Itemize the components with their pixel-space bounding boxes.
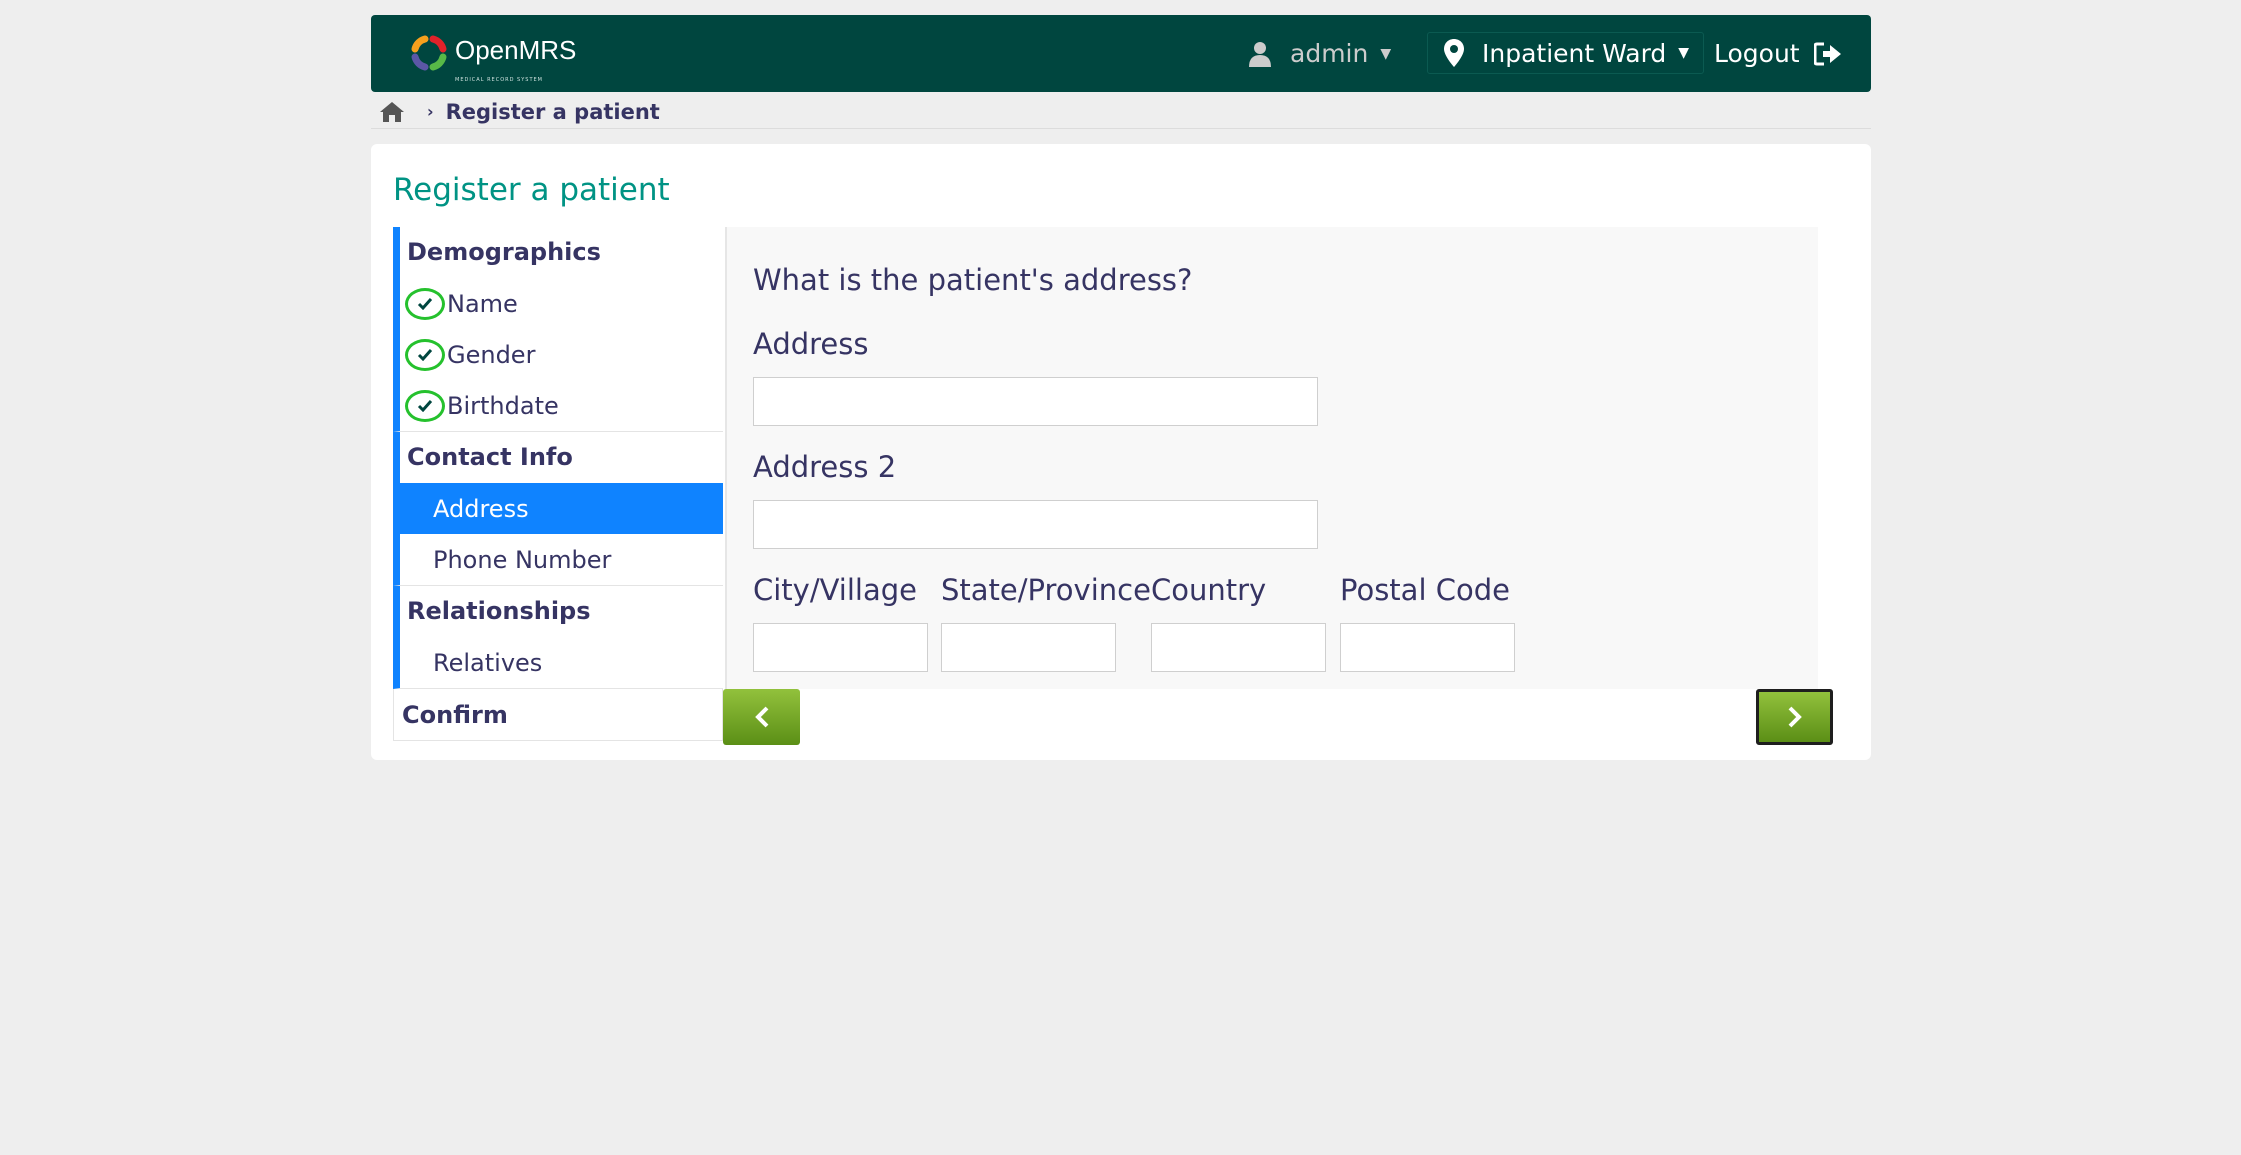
chevron-right-icon: [1788, 706, 1802, 728]
address2-label: Address 2: [753, 450, 897, 484]
nav-item-label: Birthdate: [447, 391, 559, 420]
chevron-down-icon: ▼: [1380, 45, 1392, 62]
nav-section-demographics: Demographics Name Gender Birthdate: [393, 227, 723, 432]
openmrs-logo-icon: [411, 35, 447, 71]
chevron-down-icon: ▼: [1678, 45, 1690, 61]
nav-item-name[interactable]: Name: [400, 278, 723, 329]
nav-item-gender[interactable]: Gender: [400, 329, 723, 380]
city-input[interactable]: [753, 623, 928, 672]
check-circle-icon: [405, 389, 445, 422]
breadcrumb-current: Register a patient: [445, 99, 660, 124]
breadcrumb: › Register a patient: [371, 95, 1871, 129]
form-question: What is the patient's address?: [753, 263, 1193, 297]
sign-out-icon: [1813, 42, 1841, 65]
location-name: Inpatient Ward: [1482, 38, 1667, 68]
logout-link[interactable]: Logout: [1714, 15, 1842, 92]
top-header: OpenMRS MEDICAL RECORD SYSTEM admin ▼ In…: [371, 15, 1871, 92]
postal-code-input[interactable]: [1340, 623, 1515, 672]
address-label: Address: [753, 327, 869, 361]
nav-item-phone-number[interactable]: Phone Number: [400, 534, 723, 585]
state-input[interactable]: [941, 623, 1116, 672]
openmrs-logo[interactable]: OpenMRS MEDICAL RECORD SYSTEM: [409, 33, 577, 83]
nav-section-contact-info: Contact Info Address Phone Number: [393, 432, 723, 586]
logo-subtitle: MEDICAL RECORD SYSTEM: [455, 77, 543, 83]
user-menu[interactable]: admin ▼: [1248, 15, 1391, 92]
home-icon[interactable]: [379, 101, 405, 123]
user-icon: [1249, 41, 1271, 67]
postal-code-label: Postal Code: [1340, 573, 1510, 607]
main-panel: Register a patient Demographics Name Gen…: [371, 144, 1871, 760]
address-form: What is the patient's address? Address A…: [725, 227, 1818, 689]
nav-item-label: Relatives: [433, 648, 543, 677]
user-name: admin: [1290, 39, 1369, 68]
check-circle-icon: [405, 338, 445, 371]
previous-button[interactable]: [723, 689, 800, 745]
state-label: State/Province: [941, 573, 1151, 607]
nav-item-label: Address: [433, 494, 529, 523]
page-title: Register a patient: [393, 172, 670, 208]
nav-section-label[interactable]: Demographics: [400, 227, 723, 278]
nav-item-label: Name: [447, 289, 518, 318]
chevron-left-icon: [754, 706, 768, 728]
nav-item-birthdate[interactable]: Birthdate: [400, 380, 723, 431]
nav-section-relationships: Relationships Relatives: [393, 586, 723, 689]
address-input[interactable]: [753, 377, 1318, 426]
logout-label: Logout: [1714, 39, 1800, 68]
nav-item-label: Phone Number: [433, 545, 612, 574]
city-label: City/Village: [753, 573, 918, 607]
chevron-right-icon: ›: [427, 102, 434, 121]
address2-input[interactable]: [753, 500, 1318, 549]
nav-item-relatives[interactable]: Relatives: [400, 637, 723, 688]
location-menu[interactable]: Inpatient Ward ▼: [1427, 32, 1705, 74]
nav-item-confirm[interactable]: Confirm: [393, 689, 723, 741]
nav-item-label: Gender: [447, 340, 536, 369]
registration-steps-nav: Demographics Name Gender Birthdate Conta…: [393, 227, 723, 741]
check-circle-icon: [405, 287, 445, 320]
nav-item-address[interactable]: Address: [400, 483, 723, 534]
map-marker-icon: [1444, 39, 1464, 67]
next-button[interactable]: [1756, 689, 1833, 745]
nav-section-label[interactable]: Contact Info: [400, 432, 723, 483]
country-input[interactable]: [1151, 623, 1326, 672]
logo-text: OpenMRS: [455, 35, 577, 65]
country-label: Country: [1151, 573, 1267, 607]
nav-section-label[interactable]: Relationships: [400, 586, 723, 637]
